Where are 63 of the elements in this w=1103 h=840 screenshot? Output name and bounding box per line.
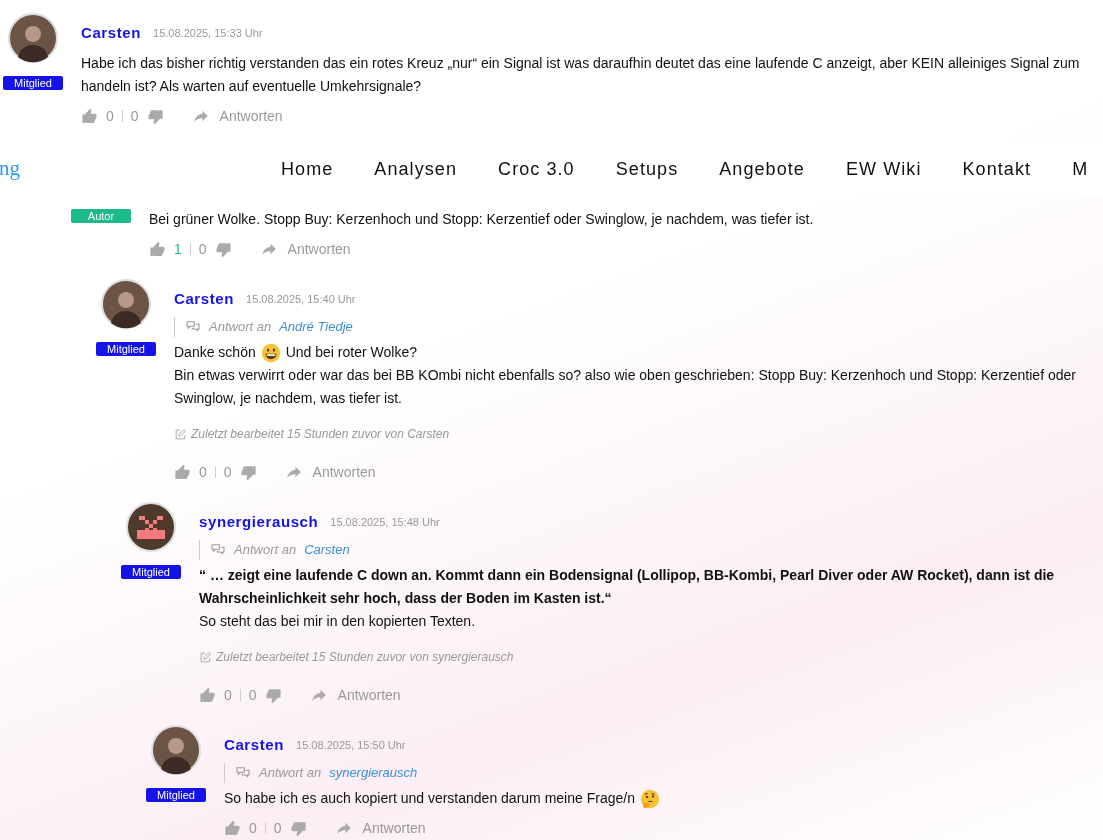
comment-text: So steht das bei mir in den kopierten Texten. [199,612,475,631]
like-count: 0 [199,462,207,482]
like-count: 0 [249,818,257,838]
author-name[interactable]: synergierausch [199,510,319,534]
nav-link[interactable]: Setups [615,155,679,183]
reply-to-label: Antwort an [209,318,272,337]
comment-text: Und bei roter Wolke? [285,343,417,362]
role-badge: Autor [71,209,131,223]
author-name[interactable]: Carsten [174,287,235,311]
reply-to-link[interactable]: André Tiedje [279,317,353,337]
dislike-count: 0 [198,239,207,259]
nav-link[interactable]: Home [281,155,334,183]
role-badge: Mitglied [146,788,206,802]
comment-date: 15.08.2025, 15:48 Uhr [330,514,440,530]
thumbs-down-icon [264,686,282,704]
thumbs-up-icon [149,240,166,258]
author-name[interactable]: Carsten [224,733,285,757]
like-count: 1 [174,239,182,259]
avatar-placeholder [151,725,201,775]
edit-icon [174,427,187,441]
role-badge: Mitglied [121,565,181,579]
dislike-count: 0 [130,106,139,126]
role-badge: Mitglied [3,76,63,90]
comment-date: 15.08.2025, 15:33 Uhr [153,25,263,41]
dislike-count: 0 [248,685,257,705]
comment-text: So habe ich es auch kopiert und verstanden darum meine Frage/n [224,789,635,808]
thumbs-down-icon [289,819,307,837]
edited-note: Zuletzt bearbeitet 15 Stunden zuvor von Carsten [191,426,450,443]
pixel-art-avatar [126,502,176,552]
comment-text: Bin etwas verwirrt oder war das bei BB KOmbi nicht ebenfalls so? also wie oben geschrieben: Stopp Buy: Kerzenhoch und Stopp: Kerzentief oder Swinglow, je nachdem, was tiefer ist. [174,366,1077,408]
nav-link[interactable]: Angebote [719,155,805,183]
author-name[interactable]: Carsten [81,21,142,45]
thumbs-down-icon [214,240,232,258]
smiley-icon [260,342,281,363]
edited-note: Zuletzt bearbeitet 15 Stunden zuvor von synergierausch [216,649,514,666]
like-count: 0 [106,106,114,126]
thinking-face-icon [639,788,660,809]
thumbs-up-icon [224,819,241,837]
avatar-placeholder [8,13,58,63]
nav-link[interactable]: Kontakt [962,155,1032,183]
nav-link[interactable]: Croc 3.0 [498,155,575,183]
thumbs-up-icon [174,463,191,481]
like-count: 0 [224,685,232,705]
comment-date: 15.08.2025, 15:50 Uhr [296,737,406,753]
comment-text: Danke schön [174,343,256,362]
nav-link[interactable]: EW Wiki [845,155,922,183]
thumbs-down-icon [146,107,164,125]
avatar-placeholder [101,279,151,329]
thumbs-up-icon [199,686,216,704]
thumbs-up-icon [81,107,98,125]
edit-icon [199,650,212,664]
comment-text: Habe ich das bisher richtig verstanden das ein rotes Kreuz „nur“ ein Signal ist was daraufhin deutet das eine laufende C anzeigt, aber KEIN alleiniges Signal zum handeln ist? Als warten auf eventuelle Umkehrsignale? [81,54,1081,96]
dislike-count: 0 [223,462,232,482]
role-badge: Mitglied [96,342,156,356]
dislike-count: 0 [273,818,282,838]
comment-text: “ … zeigt eine laufende C down an. Kommt dann ein Bodensignal (Lollipop, BB-Kombi, Pearl Diver oder AW Rocket), dann ist die Wahrscheinlichkeit sehr hoch, dass der Boden im Kasten ist.“ [199,566,1056,608]
reply-to-label: Antwort an [234,541,297,560]
comment-text: Bei grüner Wolke. Stopp Buy: Kerzenhoch und Stopp: Kerzentief oder Swinglow, je nachdem, was tiefer ist. [149,210,814,229]
thumbs-down-icon [239,463,257,481]
comment-date: 15.08.2025, 15:40 Uhr [246,291,356,307]
reply-to-label: Antwort an [259,764,322,783]
nav-link[interactable]: Analysen [374,155,458,183]
nav-link[interactable]: M [1072,155,1089,183]
